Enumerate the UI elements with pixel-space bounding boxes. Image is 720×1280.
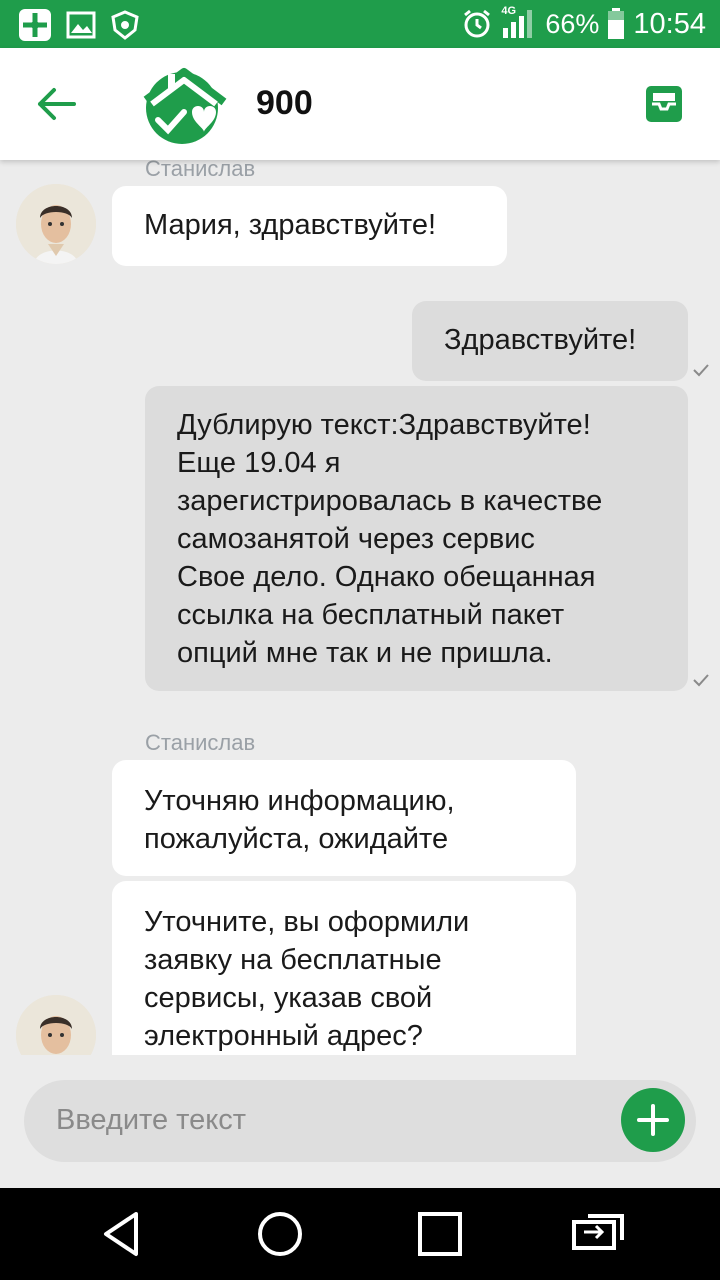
message-line: самозанятой через сервис — [177, 523, 535, 555]
system-nav-bar — [0, 1188, 720, 1280]
message-line: Еще 19.04 я — [177, 447, 341, 479]
avatar — [16, 184, 96, 264]
message-input[interactable]: Введите текст — [24, 1080, 696, 1162]
person-avatar-icon — [16, 184, 96, 264]
avatar — [16, 995, 96, 1055]
arrow-left-icon[interactable] — [34, 82, 78, 126]
recents-square-icon[interactable] — [412, 1206, 468, 1262]
inbox-icon[interactable] — [644, 84, 684, 124]
battery-percent: 66% — [545, 8, 600, 39]
message-line: сервисы, указав свой — [144, 982, 433, 1014]
message-line: электронный адрес? — [144, 1020, 423, 1052]
message-line: зарегистрировалась в качестве — [177, 485, 603, 517]
message-line: опций мне так и не пришла. — [177, 637, 553, 669]
plus-icon — [637, 1104, 669, 1136]
add-button[interactable] — [621, 1088, 685, 1152]
sender-name: Станислав — [145, 730, 256, 755]
antivirus-icon — [111, 10, 139, 40]
message-line: Уточняю информацию, — [144, 785, 455, 817]
message-line: пожалуйста, ожидайте — [144, 823, 449, 855]
clock: 10:54 — [633, 7, 706, 40]
incoming-message[interactable]: Уточняю информацию, пожалуйста, ожидайте — [112, 760, 576, 876]
outgoing-message[interactable]: Здравствуйте! — [412, 301, 688, 381]
incoming-message[interactable]: Уточните, вы оформили заявку на бесплатн… — [112, 881, 576, 1055]
brand-logo-icon — [143, 68, 227, 144]
alarm-icon — [464, 9, 491, 38]
sent-check-icon — [693, 674, 709, 687]
message-line: ссылка на бесплатный пакет — [177, 599, 565, 631]
message-list[interactable]: Станислав Мария, здравствуйте! Здравству… — [0, 160, 720, 1055]
app-icon — [19, 9, 51, 41]
gallery-icon — [66, 11, 96, 39]
chat-title: 900 — [256, 84, 313, 122]
home-circle-icon[interactable] — [252, 1206, 308, 1262]
message-line: Дублирую текст:Здравствуйте! — [177, 409, 591, 441]
sender-name: Станислав — [145, 160, 256, 181]
back-triangle-icon[interactable] — [96, 1206, 152, 1262]
status-bar: 4G 66% 10:54 — [0, 0, 720, 48]
input-placeholder: Введите текст — [56, 1104, 247, 1136]
switch-app-icon[interactable] — [570, 1206, 626, 1262]
signal-icon: 4G — [501, 5, 537, 40]
app-bar: 900 — [0, 48, 720, 160]
battery-icon — [608, 8, 625, 39]
outgoing-message[interactable]: Дублирую текст:Здравствуйте! Еще 19.04 я… — [145, 386, 688, 691]
message-line: заявку на бесплатные — [144, 944, 442, 976]
sent-check-icon — [693, 364, 709, 377]
message-line: Уточните, вы оформили — [144, 906, 470, 938]
incoming-message[interactable]: Мария, здравствуйте! — [112, 186, 507, 266]
message-text: Здравствуйте! — [444, 324, 637, 356]
message-text: Мария, здравствуйте! — [144, 209, 437, 241]
person-avatar-icon — [16, 995, 96, 1055]
message-line: Свое дело. Однако обещанная — [177, 561, 596, 593]
